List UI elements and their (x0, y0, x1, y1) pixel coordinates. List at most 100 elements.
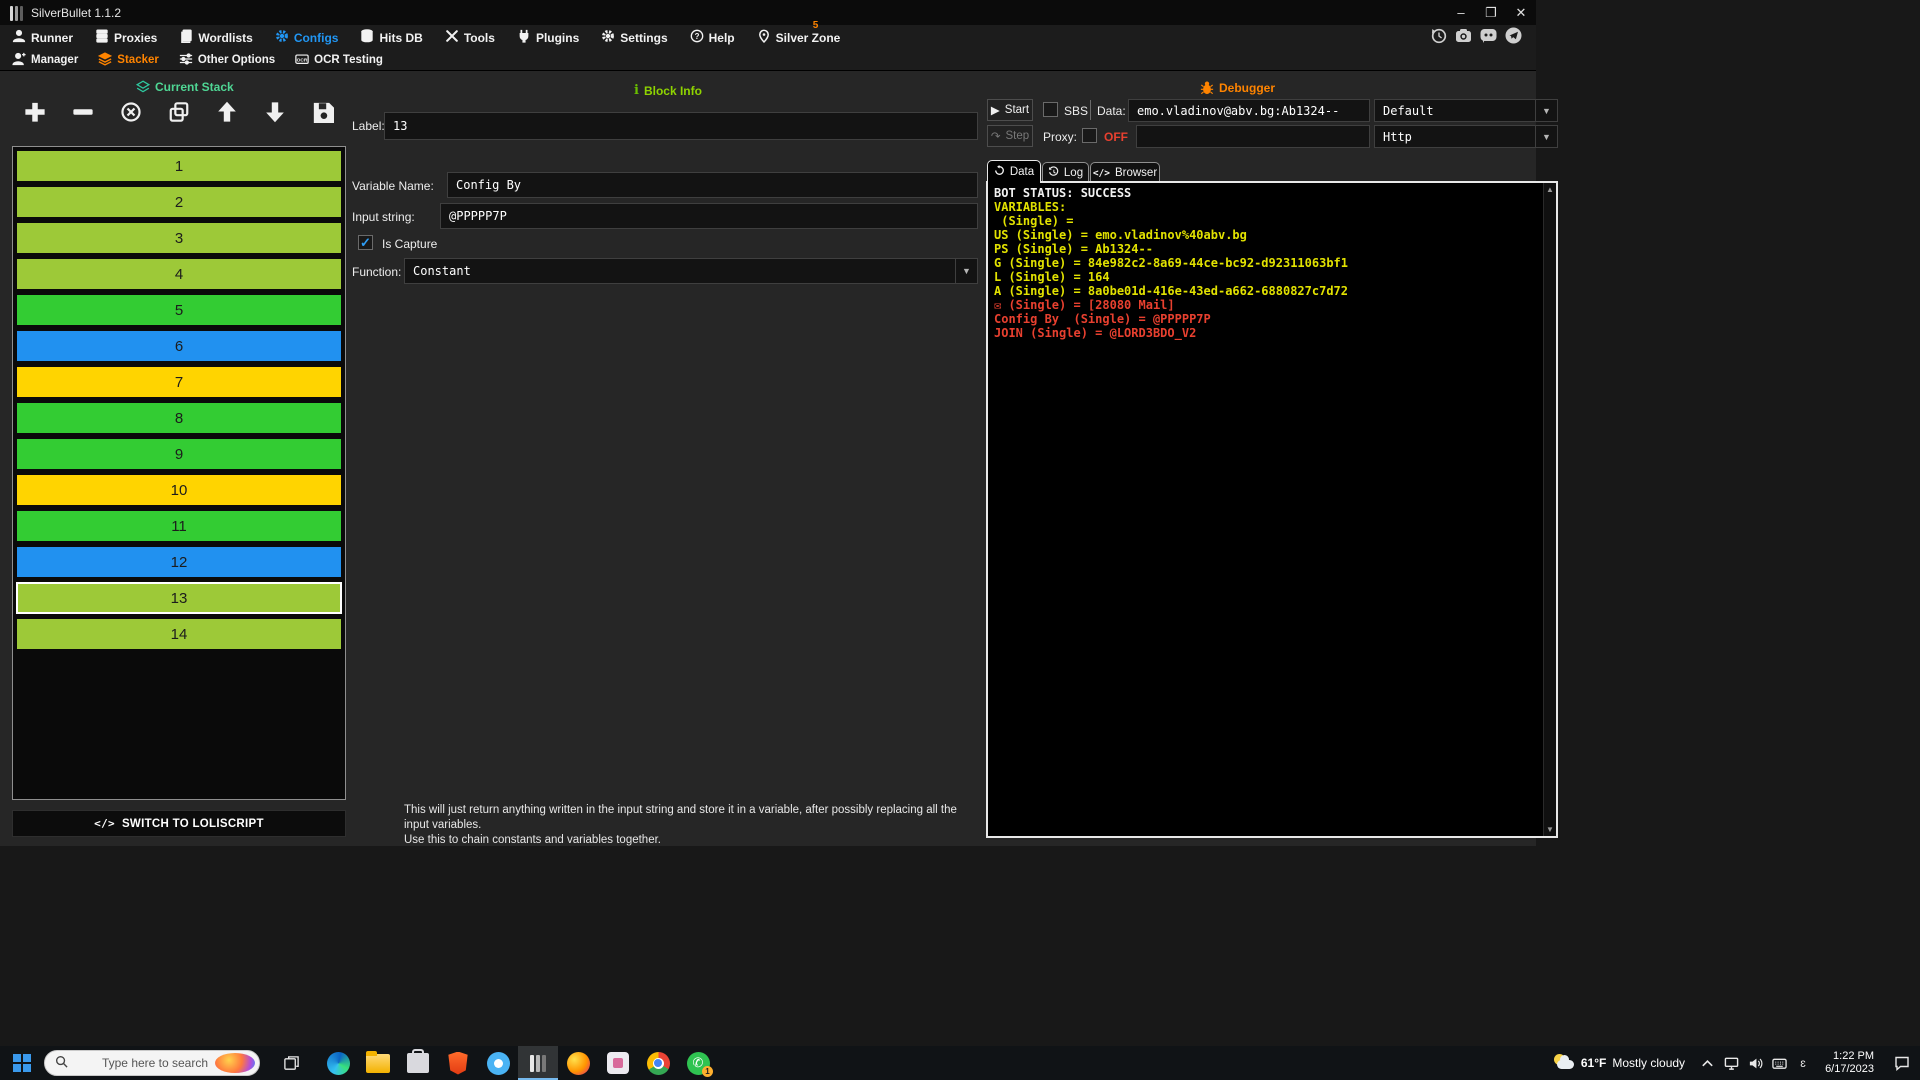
step-arrow-icon: ↷ (991, 129, 1001, 143)
taskbar-app-edge-icon[interactable] (318, 1046, 358, 1080)
taskbar-app-silverbullet-icon[interactable] (518, 1046, 558, 1080)
stack-block-10[interactable]: 10 (16, 474, 342, 506)
submenu-item-other-options[interactable]: Other Options (179, 52, 275, 69)
save-stack-button[interactable] (310, 101, 336, 127)
tab-browser[interactable]: </>Browser (1090, 162, 1160, 183)
is-capture-checkbox[interactable]: ✓ (358, 235, 373, 250)
menu-item-settings[interactable]: Settings (601, 29, 667, 46)
keyboard-icon[interactable] (1767, 1046, 1791, 1080)
variable-name-input[interactable] (447, 172, 978, 198)
copy-icon (168, 101, 190, 128)
manager-icon (12, 52, 26, 69)
chevron-down-icon[interactable]: ▼ (955, 259, 977, 283)
menu-item-plugins[interactable]: Plugins (517, 29, 579, 46)
stack-block-1[interactable]: 1 (16, 150, 342, 182)
main-area: Current Stack 1234567891011121314 </> SW… (0, 71, 1536, 846)
start-button-windows[interactable] (0, 1046, 44, 1080)
proxy-checkbox[interactable] (1082, 128, 1097, 143)
submenu-item-manager[interactable]: Manager (12, 52, 78, 69)
submenu-item-ocr-testing[interactable]: OCROCR Testing (295, 52, 383, 69)
function-dropdown[interactable]: Constant ▼ (404, 258, 978, 284)
chevron-up-icon[interactable] (1695, 1046, 1719, 1080)
minimize-button[interactable]: – (1446, 0, 1476, 25)
scroll-down-icon[interactable]: ▼ (1546, 825, 1554, 834)
stack-block-3[interactable]: 3 (16, 222, 342, 254)
taskbar-app-chrome-icon[interactable] (638, 1046, 678, 1080)
stack-block-13[interactable]: 13 (16, 582, 342, 614)
debug-data-input[interactable] (1128, 99, 1370, 122)
submenu-item-stacker[interactable]: Stacker (98, 52, 159, 69)
sbs-checkbox[interactable] (1043, 102, 1058, 117)
taskbar-app-file-explorer-icon[interactable] (358, 1046, 398, 1080)
menu-item-hits-db[interactable]: Hits DB (360, 29, 422, 46)
taskbar-app-firefox-icon[interactable] (558, 1046, 598, 1080)
taskbar-app-blue-app-icon[interactable] (478, 1046, 518, 1080)
play-icon: ▶ (991, 103, 1000, 117)
taskbar-search[interactable]: Type here to search (44, 1050, 260, 1076)
taskbar-clock[interactable]: 1:22 PM 6/17/2023 (1815, 1050, 1884, 1076)
clear-stack-button[interactable] (118, 101, 144, 127)
chevron-down-icon[interactable]: ▼ (1535, 100, 1557, 121)
search-placeholder: Type here to search (102, 1056, 208, 1070)
volume-icon[interactable] (1743, 1046, 1767, 1080)
console-line: G (Single) = 84e982c2-8a69-44ce-bc92-d92… (994, 256, 1550, 270)
stack-block-2[interactable]: 2 (16, 186, 342, 218)
menu-item-tools[interactable]: Tools (445, 29, 495, 46)
monitor-icon[interactable] (1719, 1046, 1743, 1080)
plus-icon (24, 101, 46, 128)
menu-item-proxies[interactable]: Proxies (95, 29, 157, 46)
proxy-type-dropdown[interactable]: Http ▼ (1374, 125, 1558, 148)
switch-to-loliscript-button[interactable]: </> SWITCH TO LOLISCRIPT (12, 810, 346, 837)
telegram-icon[interactable] (1505, 27, 1522, 49)
input-string-input[interactable] (440, 203, 978, 229)
move-down-button[interactable] (262, 101, 288, 127)
taskbar-app-light-app-icon[interactable] (598, 1046, 638, 1080)
taskbar-tray: 61°F Mostly cloudy ɛ 1:22 PM 6/17/2023 (1543, 1046, 1920, 1080)
menu-item-configs[interactable]: Configs (275, 29, 339, 46)
taskbar-app-store-icon[interactable] (398, 1046, 438, 1080)
task-view-icon[interactable] (274, 1046, 308, 1080)
stack-block-12[interactable]: 12 (16, 546, 342, 578)
proxy-input[interactable] (1136, 125, 1370, 148)
maximize-button[interactable]: ❐ (1476, 0, 1506, 25)
menu-item-silver-zone[interactable]: Silver Zone5 (757, 29, 841, 46)
taskbar-app-whatsapp-icon[interactable]: ✆1 (678, 1046, 718, 1080)
discord-icon[interactable] (1480, 27, 1497, 49)
stack-block-9[interactable]: 9 (16, 438, 342, 470)
console-line: BOT STATUS: SUCCESS (994, 186, 1550, 200)
tab-log[interactable]: Log (1042, 162, 1089, 183)
move-up-button[interactable] (214, 101, 240, 127)
history-icon[interactable] (1430, 27, 1447, 49)
weather-widget[interactable]: 61°F Mostly cloudy (1543, 1053, 1695, 1073)
search-highlight-icon[interactable] (215, 1053, 255, 1073)
menu-item-help[interactable]: ?Help (690, 29, 735, 46)
wordlist-type-dropdown[interactable]: Default ▼ (1374, 99, 1558, 122)
start-button[interactable]: ▶ Start (987, 99, 1033, 121)
step-button[interactable]: ↷ Step (987, 125, 1033, 147)
arrow-up-icon (216, 101, 238, 128)
menu-item-wordlists[interactable]: Wordlists (179, 29, 252, 46)
scroll-up-icon[interactable]: ▲ (1546, 185, 1554, 194)
stack-block-5[interactable]: 5 (16, 294, 342, 326)
close-button[interactable]: ✕ (1506, 0, 1536, 25)
stack-block-14[interactable]: 14 (16, 618, 342, 650)
remove-block-button[interactable] (70, 101, 96, 127)
console-scrollbar[interactable]: ▲ ▼ (1543, 183, 1556, 836)
ime-icon[interactable]: ɛ (1791, 1046, 1815, 1080)
action-center-icon[interactable] (1884, 1046, 1920, 1080)
menu-item-runner[interactable]: Runner (12, 29, 73, 46)
add-block-button[interactable] (22, 101, 48, 127)
sbs-label: SBS (1064, 104, 1088, 118)
tab-data[interactable]: Data (987, 160, 1041, 183)
stack-block-7[interactable]: 7 (16, 366, 342, 398)
duplicate-block-button[interactable] (166, 101, 192, 127)
stack-block-6[interactable]: 6 (16, 330, 342, 362)
chevron-down-icon[interactable]: ▼ (1535, 126, 1557, 147)
camera-icon[interactable] (1455, 27, 1472, 49)
stack-block-4[interactable]: 4 (16, 258, 342, 290)
label-input[interactable] (384, 112, 978, 140)
plugins-icon (517, 29, 531, 46)
taskbar-app-brave-icon[interactable] (438, 1046, 478, 1080)
stack-block-11[interactable]: 11 (16, 510, 342, 542)
stack-block-8[interactable]: 8 (16, 402, 342, 434)
